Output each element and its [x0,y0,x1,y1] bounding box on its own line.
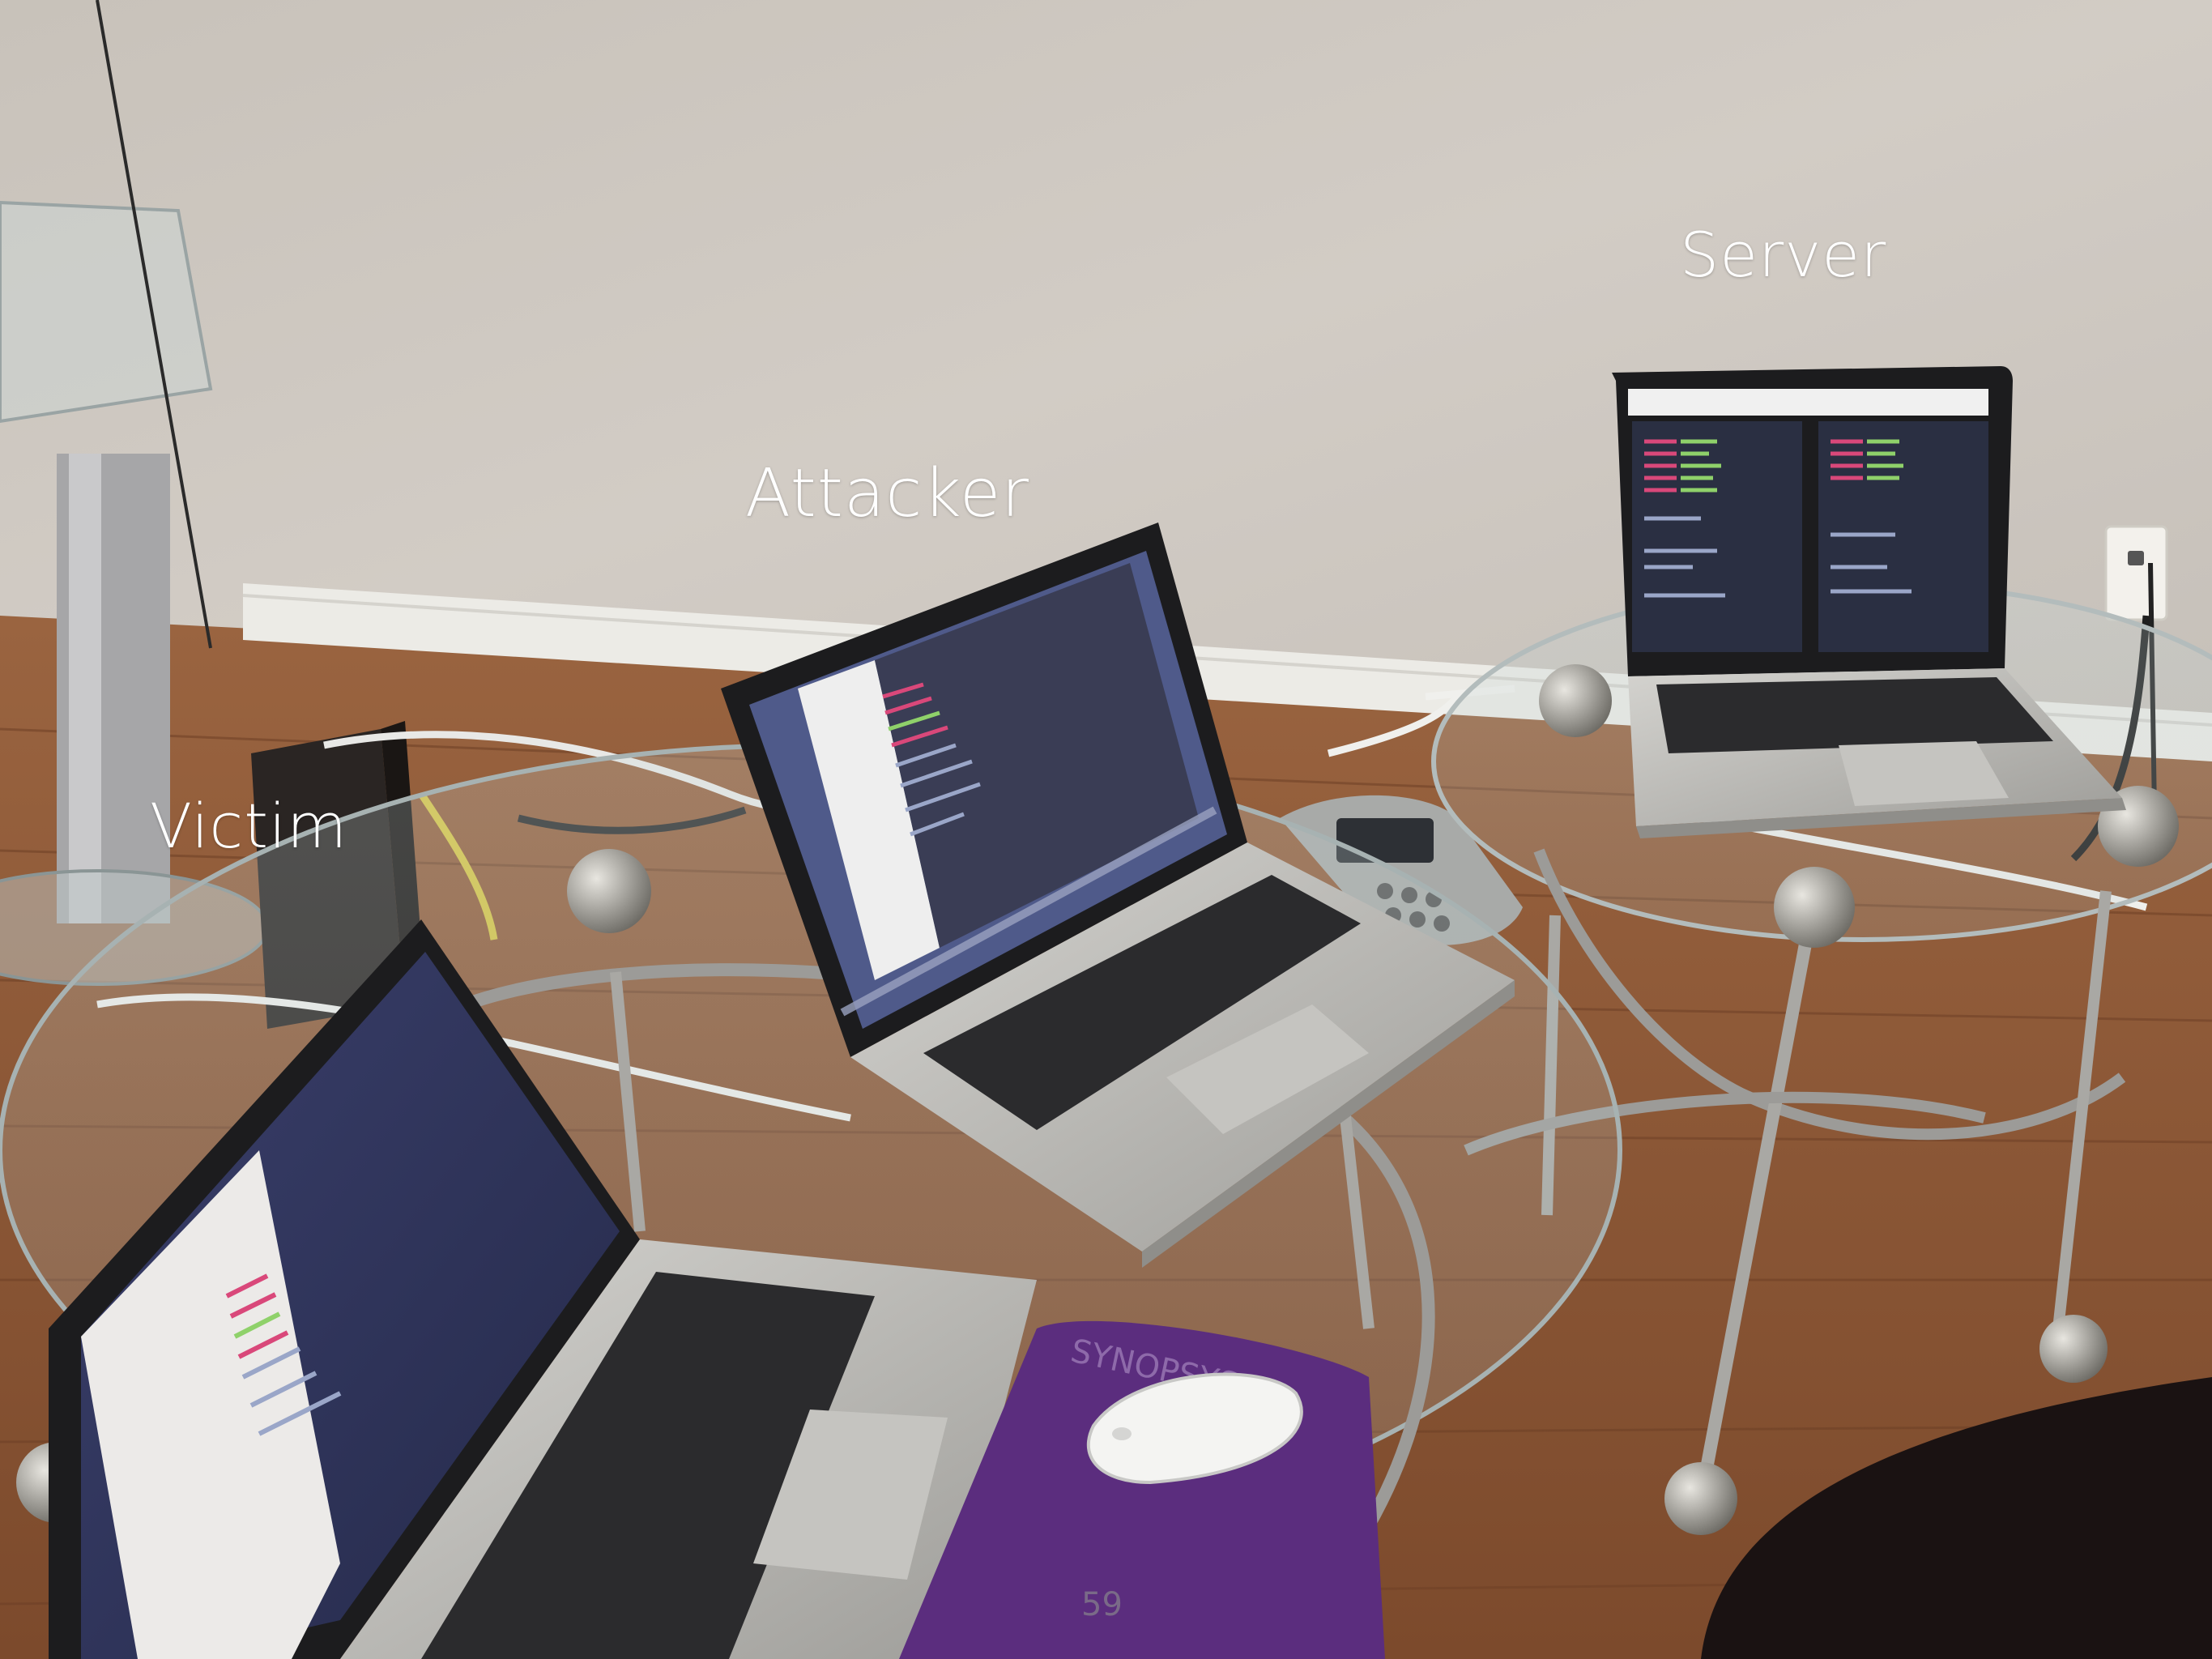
attacker-label: Attacker [745,455,1030,532]
server-label: Server [1680,219,1887,291]
victim-label: Victim [150,790,348,862]
photo-scene: SYNOPSYS Server Attacker Victim 59 [0,0,2212,1659]
slide-number: 59 [1081,1586,1123,1623]
